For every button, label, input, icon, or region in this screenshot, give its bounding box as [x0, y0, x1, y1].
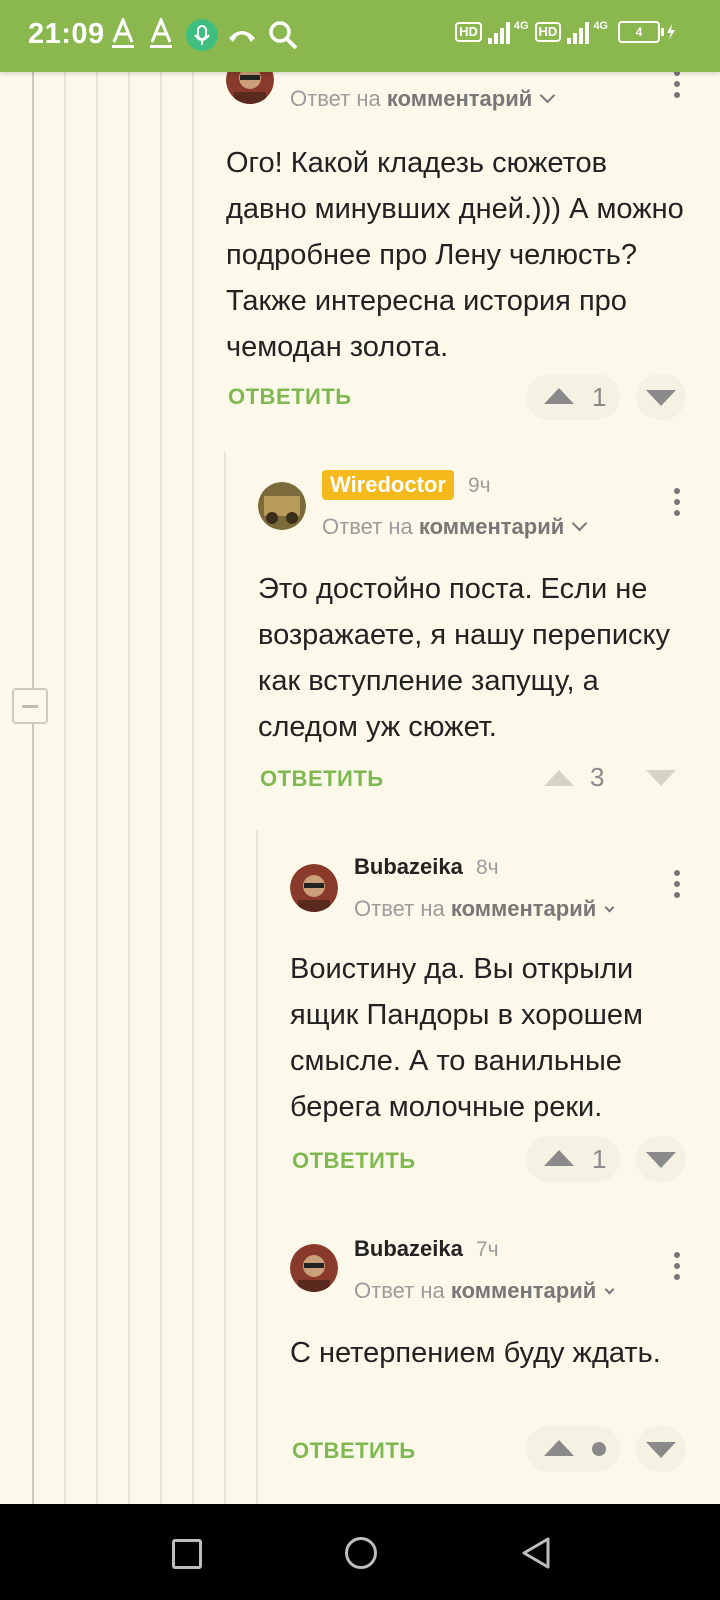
thread-line: [128, 72, 130, 1504]
chevron-down-icon: [572, 515, 588, 532]
comment-text: Ого! Какой кладезь сюжетов давно минувши…: [226, 147, 684, 363]
hd-badge: HD: [534, 22, 562, 42]
reply-to-link[interactable]: Ответ на комментарий: [354, 1278, 615, 1304]
status-bar: 21:09 HD 4G HD 4G 4: [0, 0, 720, 72]
signal-icon: [567, 20, 590, 44]
recents-button[interactable]: [172, 1539, 202, 1569]
username[interactable]: Bubazeika: [354, 1236, 463, 1262]
more-options-icon[interactable]: [672, 70, 682, 104]
comment-text: Это достойно поста. Если не возражаете, …: [258, 573, 671, 743]
avatar[interactable]: [290, 864, 338, 912]
more-options-icon[interactable]: [672, 870, 682, 904]
vote-pending-indicator: [592, 1442, 606, 1456]
vote-count: 1: [592, 1144, 607, 1174]
thread-line: [32, 726, 34, 1504]
downvote-button[interactable]: [636, 1426, 686, 1472]
upvote-button[interactable]: [526, 1426, 620, 1472]
chevron-down-icon: [604, 1284, 615, 1295]
reply-to-link[interactable]: Ответ на комментарий: [290, 86, 556, 112]
arrow-up-icon: [544, 770, 574, 786]
thread-line: [256, 830, 258, 1504]
downvote-button[interactable]: [636, 1136, 686, 1182]
more-options-icon[interactable]: [672, 488, 682, 522]
reply-to-link[interactable]: Ответ на комментарий: [322, 514, 588, 540]
signal-icon: [487, 20, 510, 44]
reply-to-link[interactable]: Ответ на комментарий: [354, 896, 615, 922]
upvote-button[interactable]: [544, 770, 576, 790]
arrow-up-icon: [544, 388, 574, 404]
home-button[interactable]: [345, 1537, 377, 1569]
status-right-group: HD 4G HD 4G 4: [455, 20, 676, 44]
system-nav-bar: [0, 1504, 720, 1600]
downvote-button[interactable]: [636, 374, 686, 420]
username[interactable]: Wiredoctor: [322, 470, 454, 500]
avatar[interactable]: [290, 1244, 338, 1292]
thread-line: [96, 72, 98, 1504]
search-icon: [269, 21, 298, 50]
thread-line: [224, 452, 226, 1504]
thread-line: [32, 72, 34, 728]
arrow-up-icon: [544, 1150, 574, 1166]
arrow-down-icon: [646, 1152, 676, 1168]
comment-time: 8ч: [476, 856, 499, 879]
back-button[interactable]: [520, 1536, 552, 1570]
thread-line: [64, 72, 66, 1504]
collapse-thread-button[interactable]: [12, 688, 48, 724]
hd-badge: HD: [455, 22, 482, 42]
username[interactable]: Bubazeika: [354, 854, 463, 880]
network-type: 4G: [513, 20, 529, 32]
arrow-down-icon: [646, 1442, 676, 1458]
more-options-icon[interactable]: [672, 1252, 682, 1286]
reply-button[interactable]: ОТВЕТИТЬ: [260, 766, 384, 792]
status-time: 21:09: [28, 18, 105, 50]
comment-text: Воистину да. Вы открыли ящик Пандоры в х…: [290, 953, 643, 1123]
vote-count: 3: [590, 762, 605, 792]
reply-button[interactable]: ОТВЕТИТЬ: [292, 1148, 416, 1174]
avatar[interactable]: [258, 482, 306, 530]
phone-icon: [229, 31, 255, 42]
upvote-button[interactable]: 1: [526, 1136, 620, 1182]
comment-time: 9ч: [468, 474, 491, 497]
comment-text: С нетерпением буду ждать.: [290, 1337, 661, 1369]
arrow-up-icon: [544, 1440, 574, 1456]
mic-icon: [186, 19, 218, 51]
arrow-down-icon: [646, 390, 676, 406]
thread-line: [192, 72, 194, 1504]
font-a-icon: [150, 18, 172, 48]
downvote-button[interactable]: [646, 770, 678, 790]
network-type: 4G: [593, 20, 608, 32]
upvote-button[interactable]: 1: [526, 374, 620, 420]
thread-line: [160, 72, 162, 1504]
comment-time: 7ч: [476, 1238, 499, 1261]
battery-icon: 4: [618, 21, 664, 43]
reply-button[interactable]: ОТВЕТИТЬ: [228, 384, 352, 410]
arrow-down-icon: [646, 770, 676, 786]
chevron-down-icon: [604, 902, 615, 913]
charging-icon: [667, 24, 675, 40]
vote-count: 1: [592, 382, 607, 412]
font-a-icon: [112, 18, 134, 48]
reply-button[interactable]: ОТВЕТИТЬ: [292, 1438, 416, 1464]
chevron-down-icon: [540, 87, 556, 104]
